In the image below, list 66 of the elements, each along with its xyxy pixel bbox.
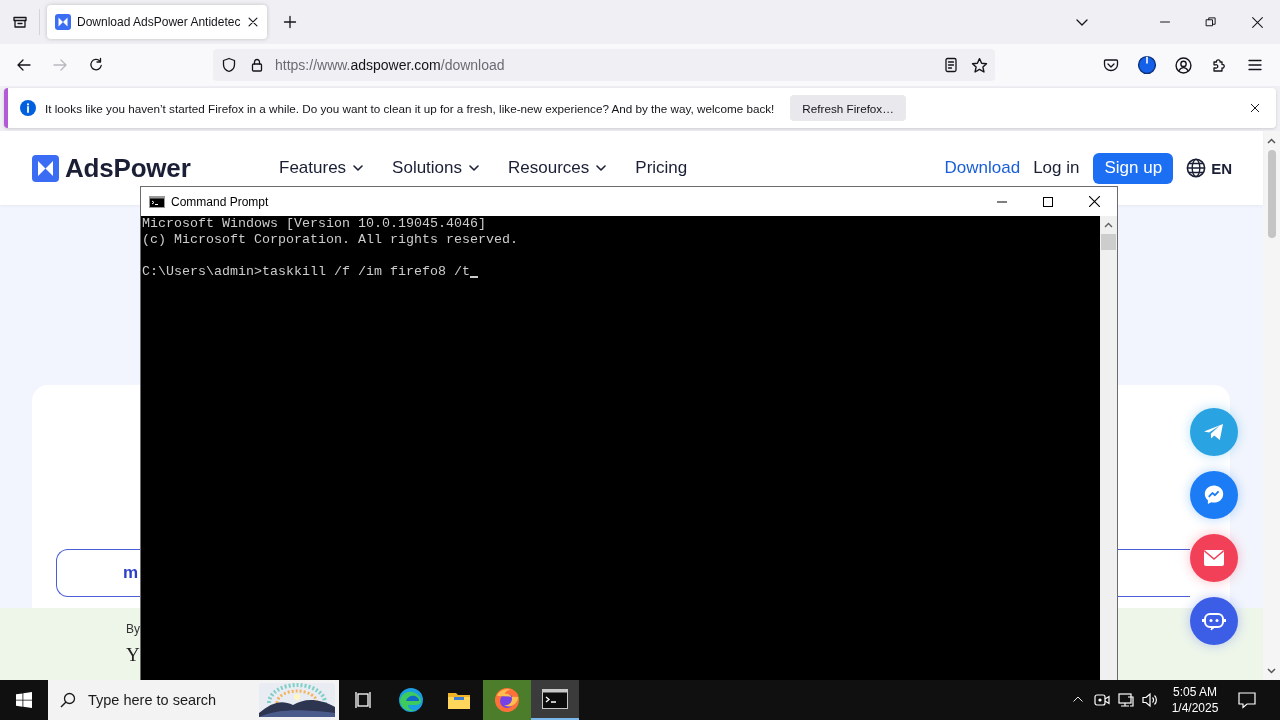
restore-icon[interactable] [1205,16,1217,28]
info-icon [20,100,36,116]
close-icon[interactable] [1249,102,1261,114]
search-field[interactable]: Type here to search [88,692,248,708]
scroll-thumb[interactable] [1267,150,1276,238]
url-text: https://www.adspower.com/download [275,57,505,73]
nav-link[interactable]: Pricing [635,158,688,178]
back-arrow-icon[interactable] [16,57,32,73]
browser-tab[interactable]: Download AdsPower Antidetec [47,5,267,39]
footer-text: By [126,622,140,636]
puzzle-icon[interactable] [1211,57,1227,73]
refresh-button[interactable]: Refresh Firefox… [790,95,906,121]
clock-date[interactable]: 1/4/2025 [1171,700,1219,716]
scroll-up-icon[interactable] [1267,138,1276,144]
console-output: Microsoft Windows [Version 10.0.19045.4046] [142,216,487,232]
maximize-icon[interactable] [1043,196,1053,207]
landscape-icon [259,683,335,717]
account-icon[interactable] [1174,56,1192,74]
terminal-icon [542,689,568,709]
signup-button[interactable]: Sign up [1093,152,1174,184]
tray-icon[interactable] [12,14,28,30]
network-icon[interactable] [1118,692,1134,708]
console-scrollbar[interactable] [1100,216,1117,680]
close-icon[interactable] [1088,196,1100,207]
login-link[interactable]: Log in [1033,158,1080,178]
chat-bubble-icon [1202,483,1226,507]
scroll-thumb[interactable] [1101,234,1116,250]
pocket-icon[interactable] [1103,57,1119,73]
speaker-icon[interactable] [1142,692,1158,708]
shield-icon[interactable] [221,57,237,73]
logo-text[interactable]: AdsPower [65,152,191,184]
clock-time[interactable]: 5:05 AM [1173,684,1217,700]
reload-icon[interactable] [88,57,104,73]
app-logo-icon[interactable] [32,154,59,182]
notification-message: It looks like you haven’t started Firefox in a while. Do you want to clean it up for a fresh, like-new experience? And by the way, welcome back! [45,101,775,115]
command-text: C:\Users\admin>taskkill /f /im firefo8 /t [142,264,470,280]
address-field[interactable]: https://www.adspower.com/download [213,49,995,81]
scroll-down-icon[interactable] [1267,668,1276,674]
windows-logo-icon[interactable] [16,692,32,708]
close-icon[interactable] [1250,15,1264,29]
plus-icon[interactable] [282,14,298,30]
console-output: (c) Microsoft Corporation. All rights reserved. [142,232,519,248]
profile-circle-icon[interactable] [1138,56,1156,74]
reader-view-icon[interactable] [943,57,959,73]
page-scrollbar[interactable] [1263,131,1280,680]
menu-icon[interactable] [1247,57,1263,73]
camera-icon[interactable] [1094,692,1110,708]
terminal-icon [149,195,165,208]
scroll-up-icon[interactable] [1104,222,1113,228]
swirl-icon [398,687,424,713]
download-link[interactable]: Download [944,158,1021,178]
search-icon [60,692,76,708]
taskbar-app-button[interactable] [531,680,579,720]
language-selector[interactable]: EN [1186,158,1232,178]
app-logo-icon [55,14,71,30]
footer-text: Y [126,644,140,666]
nav-link[interactable]: Solutions [392,158,481,178]
lock-icon[interactable] [249,57,265,73]
task-view-icon [354,691,372,709]
globe-icon [1186,158,1207,178]
fox-globe-icon [494,687,520,713]
nav-link[interactable]: Features [279,158,365,178]
notification-icon[interactable] [1238,691,1256,709]
nav-link[interactable]: Resources [508,158,608,178]
star-icon[interactable] [970,56,988,74]
window-title: Command Prompt [171,194,269,209]
